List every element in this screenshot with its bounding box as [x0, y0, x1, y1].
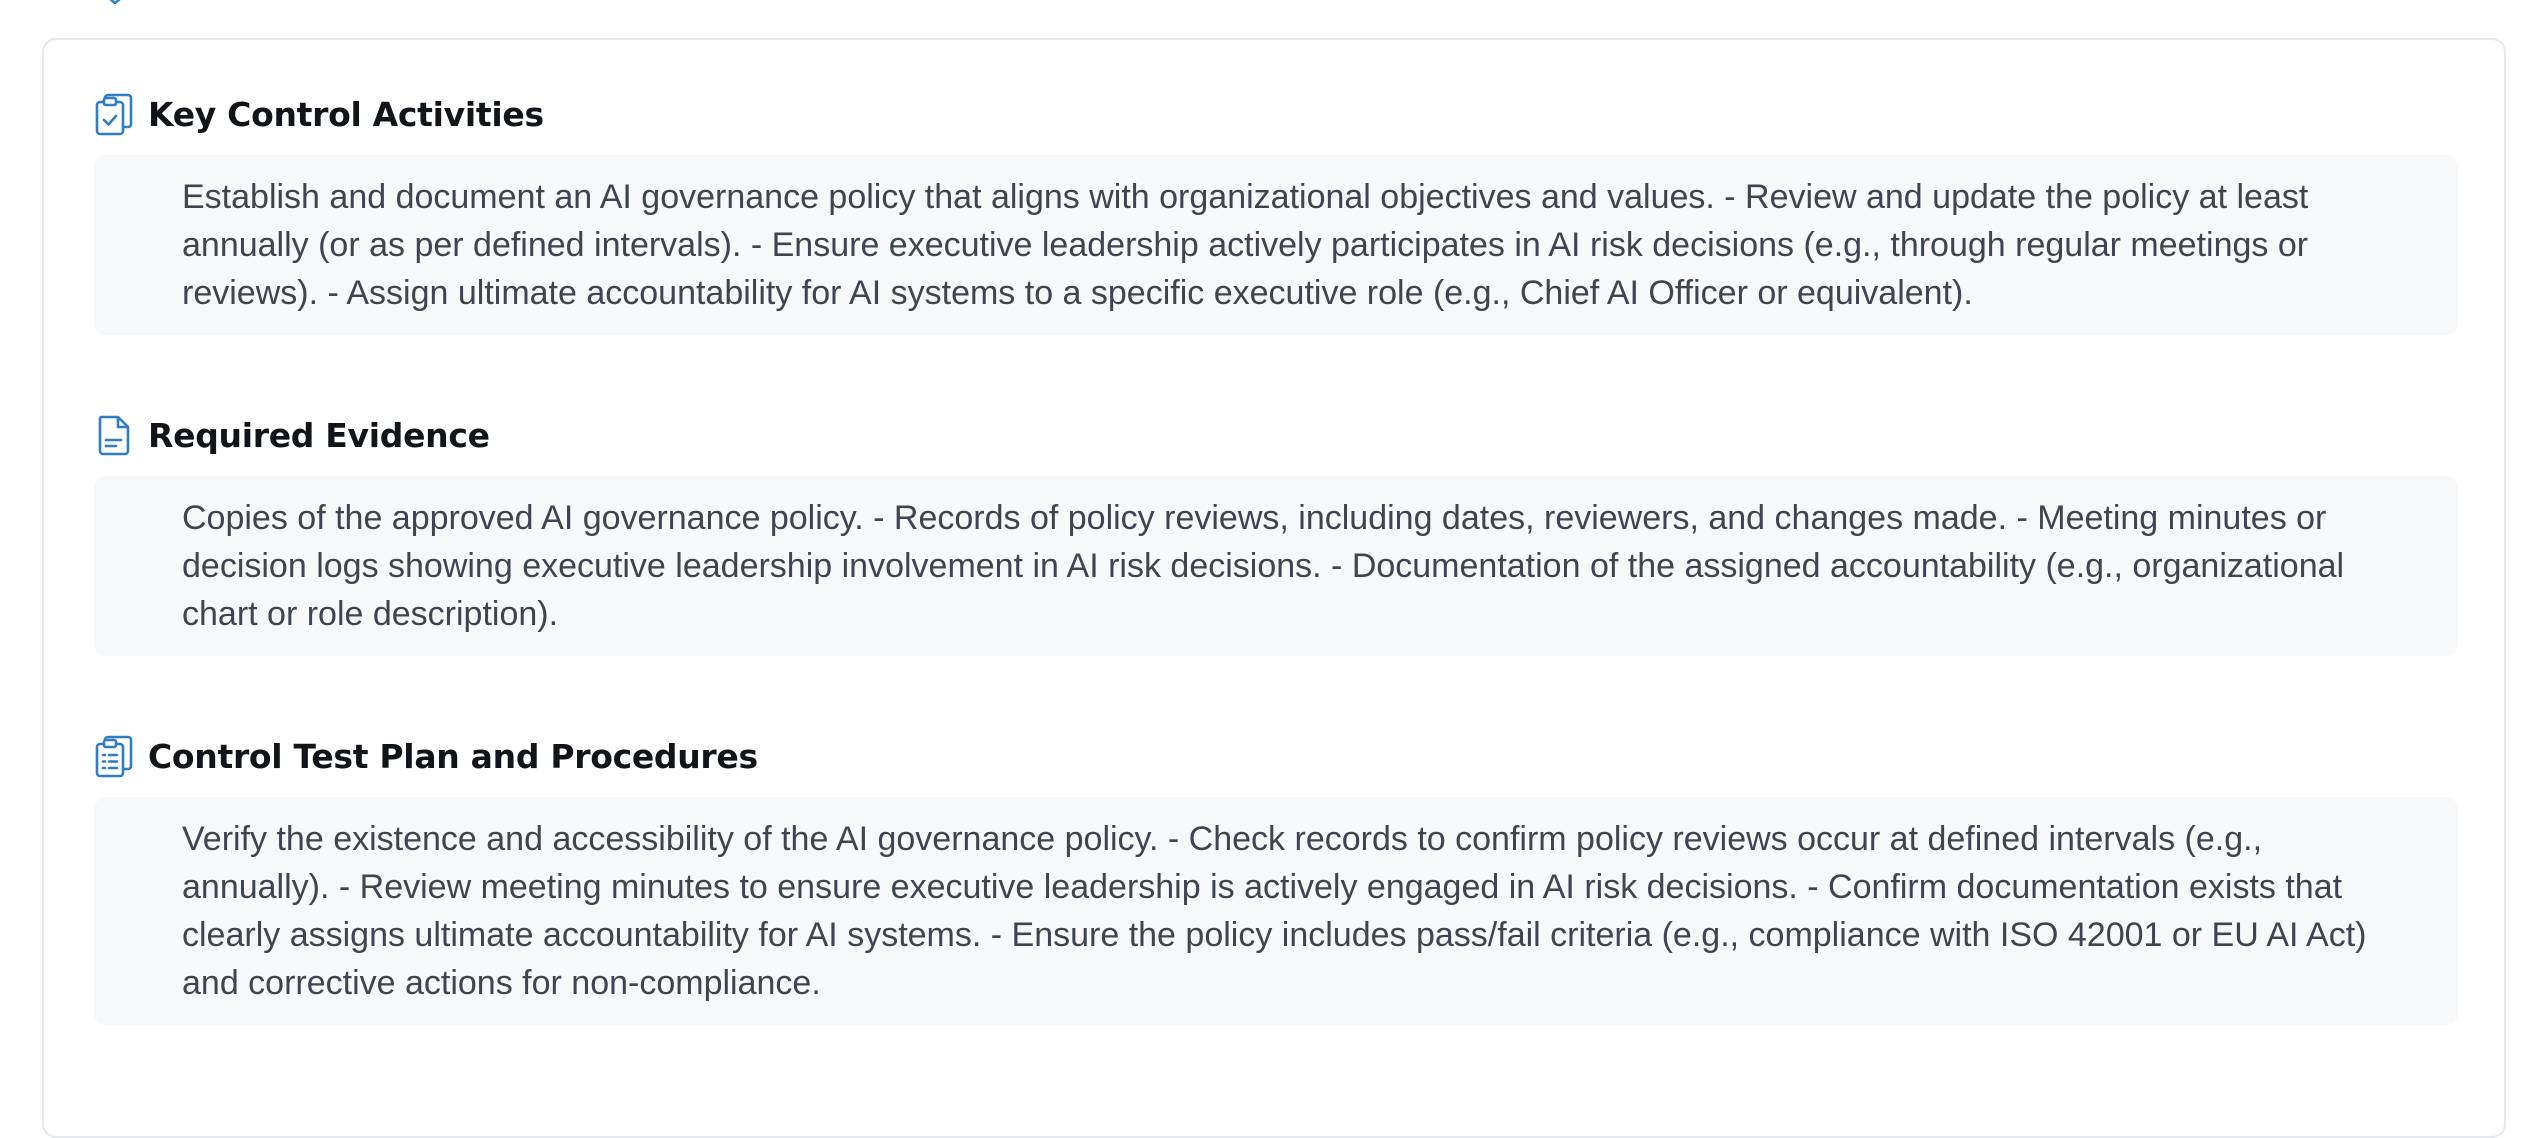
- section-body-panel: Establish and document an AI governance …: [94, 155, 2458, 335]
- section-title: Required Evidence: [148, 415, 490, 455]
- document-icon: [94, 413, 134, 457]
- section-body-panel: Copies of the approved AI governance pol…: [94, 476, 2458, 656]
- section-header: Key Control Activities: [94, 90, 544, 138]
- control-details-card: Key Control Activities Establish and doc…: [42, 38, 2506, 1138]
- section-title: Key Control Activities: [148, 94, 544, 134]
- section-header: Required Evidence: [94, 411, 490, 459]
- section-title: Control Test Plan and Procedures: [148, 736, 758, 776]
- clipboard-check-icon: [94, 92, 134, 136]
- section-body-text: Establish and document an AI governance …: [182, 178, 2309, 312]
- clipboard-list-icon: [94, 734, 134, 778]
- section-header: Control Test Plan and Procedures: [94, 732, 758, 780]
- section-body-text: Verify the existence and accessibility o…: [182, 820, 2367, 1002]
- section-body-text: Copies of the approved AI governance pol…: [182, 499, 2345, 633]
- section-body-panel: Verify the existence and accessibility o…: [94, 797, 2458, 1025]
- scrolled-icon-fragment: [108, 0, 122, 4]
